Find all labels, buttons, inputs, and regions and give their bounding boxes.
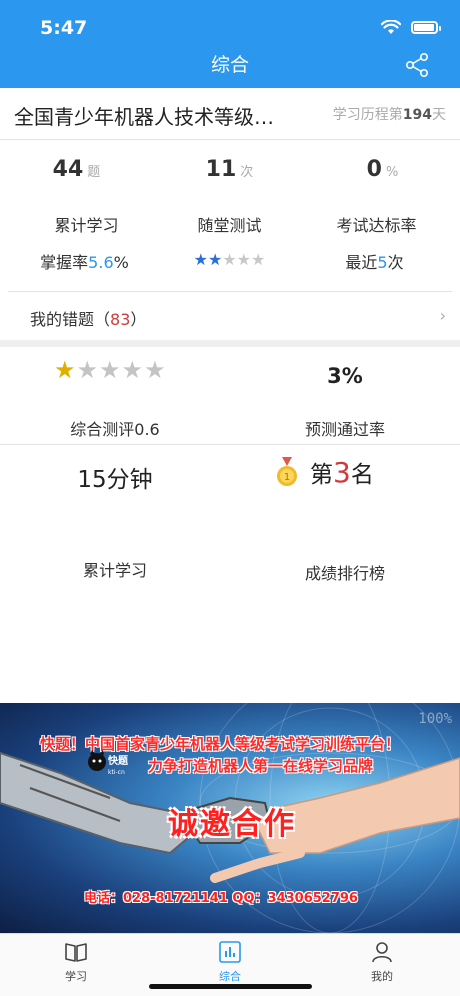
star-icon: ★ <box>251 250 266 269</box>
star-icon: ★ <box>76 356 100 384</box>
history-days: 194 <box>402 107 432 123</box>
predicted-pass-rate: 3% <box>327 364 363 388</box>
promo-banner[interactable]: 100% 快题！中国首家青少年机器人等级考试学习训练平台！ 快题 kti-cn … <box>0 703 460 933</box>
top-bar: 5:47 综合 <box>0 0 460 88</box>
wifi-icon <box>381 20 401 34</box>
share-icon[interactable] <box>404 52 430 78</box>
mastery-prefix: 掌握率 <box>40 253 89 272</box>
logo-text: 快题 <box>107 754 129 767</box>
course-header[interactable]: 全国青少年机器人技术等级… 学习历程第194天 <box>0 88 460 140</box>
stat-quiz-count[interactable]: 11 次 <box>153 157 306 182</box>
tab-overview[interactable]: 综合 <box>190 940 270 984</box>
status-icons <box>381 20 441 35</box>
stat-label: 考试达标率 <box>336 216 417 235</box>
star-icon: ★ <box>236 250 252 269</box>
section-separator <box>0 340 460 347</box>
stat-total-questions[interactable]: 44 题 <box>0 157 153 182</box>
banner-main-text: 诚邀合作 <box>168 807 296 842</box>
rank-prefix: 第 <box>310 462 333 488</box>
star-icon: ★ <box>54 356 77 384</box>
ranking[interactable]: 1 第3名 <box>276 455 374 489</box>
star-icon: ★ <box>99 356 122 384</box>
learning-history: 学习历程第194天 <box>333 104 446 124</box>
tab-study[interactable]: 学习 <box>36 940 116 984</box>
recent-suffix: 次 <box>387 253 404 272</box>
stat-unit: 题 <box>87 165 101 180</box>
stat-label: 累计学习 <box>54 216 119 235</box>
overall-rating-stars: ★★★★★ <box>54 356 167 384</box>
battery-icon <box>411 21 441 34</box>
mastery-rate: 掌握率5.6% <box>8 249 161 273</box>
stat-pass-rate[interactable]: 0% <box>306 157 459 182</box>
medal-icon: 1 <box>277 457 297 486</box>
divider <box>0 444 460 445</box>
rank-value: 3 <box>333 456 351 489</box>
bar-chart-icon <box>219 941 241 963</box>
chevron-right-icon: › <box>439 306 446 325</box>
study-time-label: 累计学习 <box>82 561 147 580</box>
stat-value: 11 <box>205 157 237 182</box>
quiz-rating: ★★★★★ <box>153 250 306 269</box>
star-icon: ★ <box>207 250 223 269</box>
home-indicator <box>149 984 312 989</box>
wrong-questions-count: 83 <box>110 310 131 329</box>
star-icon: ★ <box>193 250 208 269</box>
book-icon <box>65 943 87 962</box>
stat-unit: 次 <box>240 165 254 180</box>
history-suffix: 天 <box>432 107 446 123</box>
user-icon <box>372 942 392 963</box>
star-icon: ★ <box>121 356 145 384</box>
wrong-label-close: ） <box>130 310 147 329</box>
study-time[interactable]: 15分钟 <box>0 460 230 494</box>
quiz-rating-stars: ★★★★★ <box>194 250 266 269</box>
course-title: 全国青少年机器人技术等级… <box>14 105 274 129</box>
overall-rating-label: 综合测评0.6 <box>70 420 160 439</box>
recent-value: 5 <box>377 253 388 272</box>
mastery-suffix: % <box>113 253 129 272</box>
rank-label[interactable]: 成绩排行榜 <box>230 560 460 584</box>
banner-contact: 电话：028-81721141 QQ：3430652796 <box>84 891 358 906</box>
stat-unit: % <box>385 165 399 180</box>
banner-subheadline: 力争打造机器人第一在线学习品牌 <box>148 757 374 775</box>
medal-number: 1 <box>284 472 290 483</box>
wrong-label-text: 我的错题（ <box>30 310 111 329</box>
stat-value: 0 <box>366 157 382 182</box>
history-prefix: 学习历程第 <box>332 107 403 123</box>
status-time: 5:47 <box>40 17 88 39</box>
stat-value: 44 <box>52 157 84 182</box>
tab-label: 综合 <box>219 970 241 983</box>
wrong-questions-label: 我的错题（83） <box>30 306 146 330</box>
page-title: 综合 <box>210 54 249 76</box>
screen: 5:47 综合 全国青少年机器人技术等级… 学习历程第194天 44 题 11 … <box>0 0 460 996</box>
wrong-questions-row[interactable]: 我的错题（83） › <box>8 291 452 339</box>
tab-label: 学习 <box>65 970 87 983</box>
mastery-value: 5.6 <box>88 253 114 272</box>
recent-exams: 最近5次 <box>298 249 451 273</box>
logo-sub: kti-cn <box>108 769 125 776</box>
star-icon: ★ <box>144 356 167 384</box>
stat-label: 随堂测试 <box>197 216 262 235</box>
rank-text: 第3名 <box>310 455 374 489</box>
banner-deco-percent: 100% <box>418 711 452 727</box>
tab-profile[interactable]: 我的 <box>342 940 422 984</box>
brand-logo: 快题 kti-cn <box>88 750 129 776</box>
tab-label: 我的 <box>371 970 393 983</box>
rank-suffix: 名 <box>350 462 374 488</box>
star-icon: ★ <box>222 250 237 269</box>
predicted-pass-label: 预测通过率 <box>304 420 385 439</box>
recent-prefix: 最近 <box>345 253 378 272</box>
